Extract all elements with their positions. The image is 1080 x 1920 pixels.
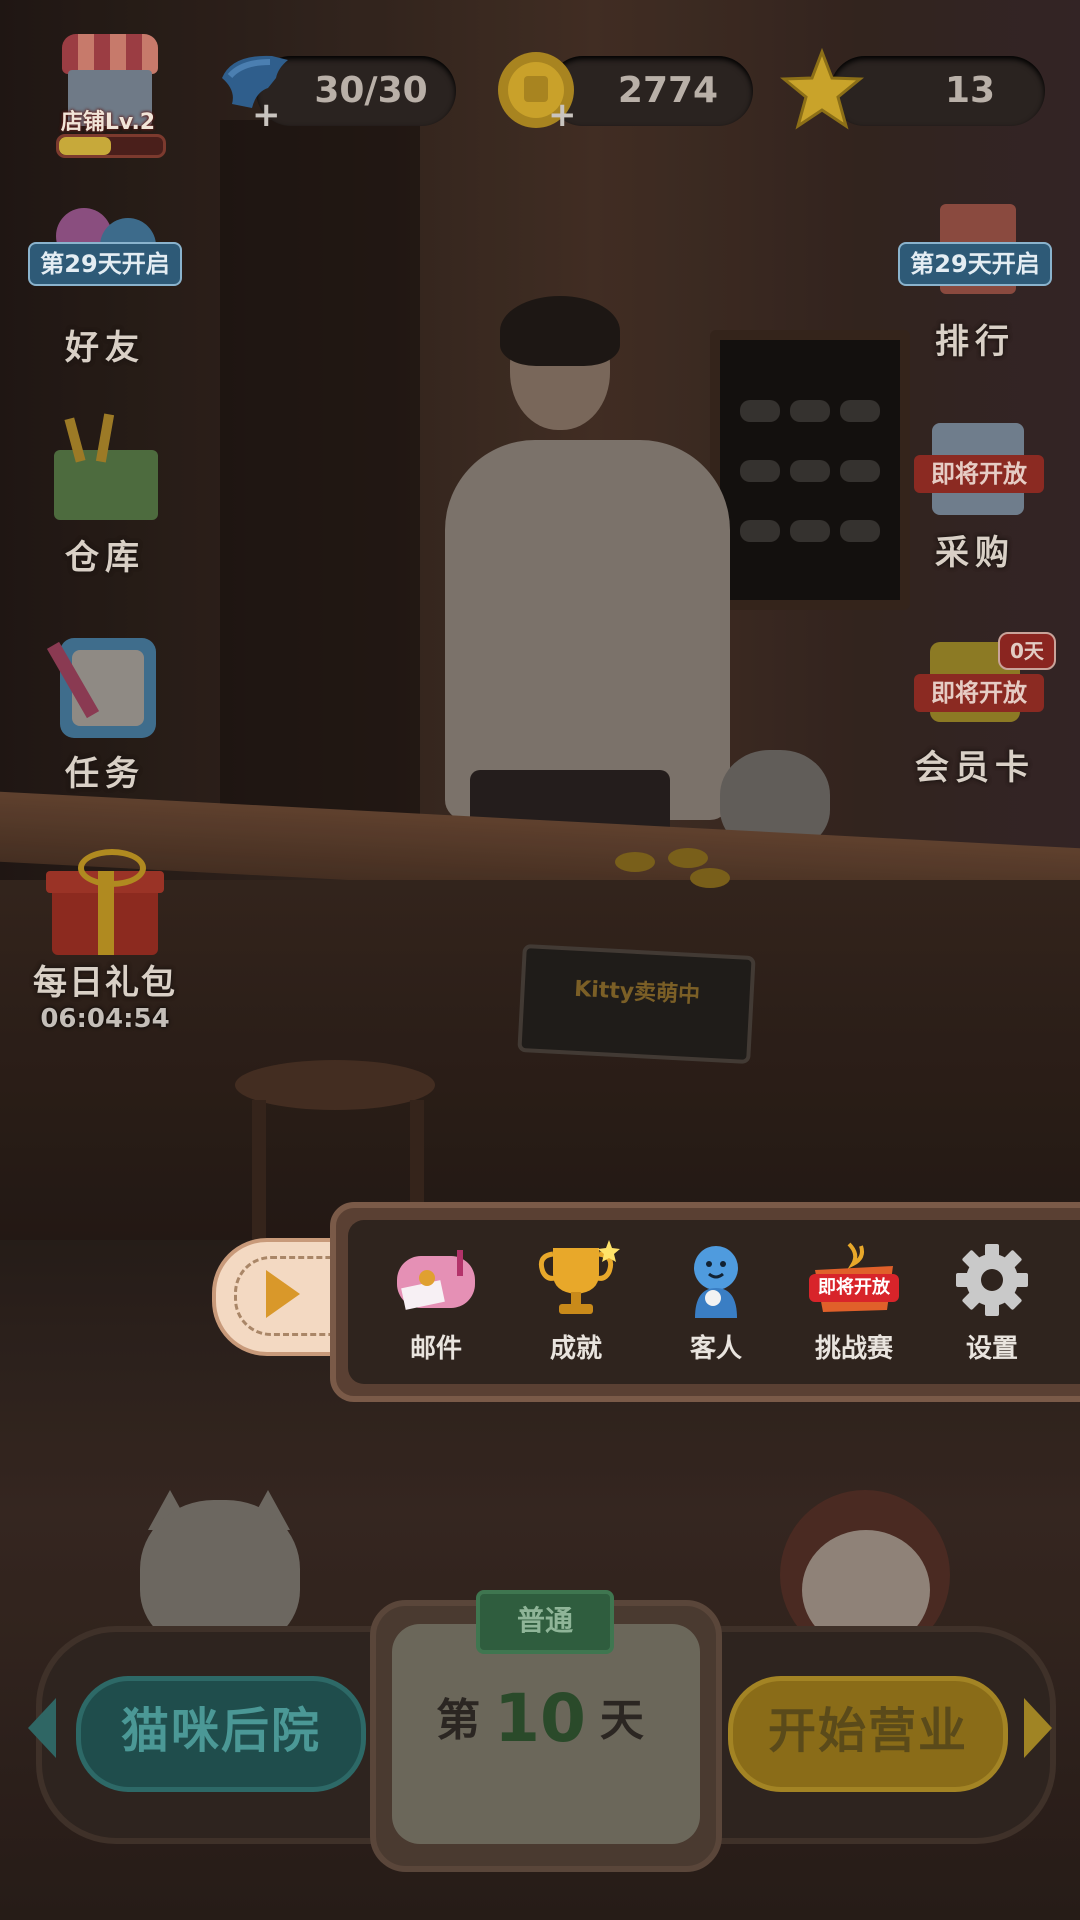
settings-label: 设置	[965, 1334, 1018, 1364]
star-icon	[779, 47, 865, 132]
add-energy-icon[interactable]: +	[252, 98, 281, 132]
purchase-ribbon: 即将开放	[914, 455, 1044, 493]
purchase-button[interactable]: 即将开放 采购	[890, 405, 1060, 574]
add-coins-icon[interactable]: +	[548, 98, 577, 132]
warehouse-icon	[20, 410, 190, 530]
shop-progress-bar	[56, 134, 166, 158]
vip-card-icon: 0天 即将开放	[890, 620, 1060, 740]
purchase-label: 采购	[935, 533, 1015, 573]
shop-progress-fill	[59, 137, 111, 155]
ranking-button[interactable]: 第29天开启 排行	[890, 190, 1060, 363]
quick-menu-inner: 邮件 成就 客人 即将开放 挑战赛 设置	[348, 1220, 1080, 1384]
vip-card-label: 会员卡	[915, 748, 1035, 788]
customers-label: 客人	[689, 1334, 742, 1364]
settings-button[interactable]: 设置	[932, 1240, 1052, 1365]
achievements-label: 成就	[549, 1334, 602, 1364]
challenge-label: 挑战赛	[814, 1334, 893, 1364]
warehouse-label: 仓库	[65, 538, 145, 578]
challenge-button[interactable]: 即将开放 挑战赛	[794, 1240, 914, 1365]
arrow-left-icon[interactable]	[28, 1698, 56, 1758]
gift-icon	[10, 845, 200, 955]
difficulty-badge: 普通	[476, 1590, 614, 1654]
tasks-button[interactable]: 任务	[20, 630, 190, 795]
coin-counter[interactable]: 2774	[548, 56, 753, 126]
customer-icon	[671, 1240, 761, 1320]
arrow-right-icon[interactable]	[1024, 1698, 1052, 1758]
coin-value: 2774	[617, 70, 719, 111]
quick-menu-panel: 邮件 成就 客人 即将开放 挑战赛 设置	[330, 1202, 1080, 1402]
shopping-bag-icon: 即将开放	[890, 405, 1060, 525]
gift-bow	[78, 849, 146, 887]
tasks-label: 任务	[65, 754, 145, 794]
friends-ribbon: 第29天开启	[28, 242, 182, 286]
gear-icon	[947, 1240, 1037, 1320]
daily-gift-button[interactable]: 每日礼包 06:04:54	[10, 845, 200, 1034]
achievements-button[interactable]: 成就	[516, 1240, 636, 1365]
shop-level-button[interactable]: 店铺Lv.2	[44, 30, 172, 158]
ranking-ribbon: 第29天开启	[898, 242, 1052, 286]
shop-roof-icon	[62, 34, 158, 74]
shop-level-label: 店铺Lv.2	[60, 110, 156, 135]
cat-backyard-button[interactable]: 猫咪后院	[76, 1676, 366, 1792]
vip-card-ribbon: 即将开放	[914, 674, 1044, 712]
tasks-icon	[20, 630, 190, 746]
vip-days-badge: 0天	[998, 632, 1056, 670]
friends-icon: 第29天开启	[20, 200, 190, 320]
start-business-button[interactable]: 开始营业	[728, 1676, 1008, 1792]
play-arrow-icon	[266, 1270, 300, 1318]
day-number: 10	[494, 1680, 586, 1757]
day-suffix: 天	[599, 1695, 644, 1746]
energy-value: 30/30	[314, 70, 428, 111]
warehouse-button[interactable]: 仓库	[20, 410, 190, 579]
ranking-label: 排行	[935, 322, 1015, 362]
customers-button[interactable]: 客人	[656, 1240, 776, 1365]
friends-label: 好友	[65, 328, 145, 368]
mail-button[interactable]: 邮件	[376, 1240, 496, 1365]
mailbox-icon	[391, 1240, 481, 1320]
ranking-icon: 第29天开启	[890, 190, 1060, 314]
day-counter: 第 10 天	[370, 1680, 710, 1757]
daily-gift-timer: 06:04:54	[40, 1004, 170, 1034]
challenge-ribbon: 即将开放	[818, 1277, 890, 1298]
trophy-icon	[531, 1240, 621, 1320]
star-value: 13	[944, 70, 996, 111]
challenge-icon: 即将开放	[809, 1240, 899, 1320]
daily-gift-label: 每日礼包	[33, 963, 177, 1003]
vip-card-button[interactable]: 0天 即将开放 会员卡	[890, 620, 1060, 789]
day-prefix: 第	[436, 1695, 481, 1746]
friends-button[interactable]: 第29天开启 好友	[20, 200, 190, 369]
mail-label: 邮件	[409, 1334, 462, 1364]
